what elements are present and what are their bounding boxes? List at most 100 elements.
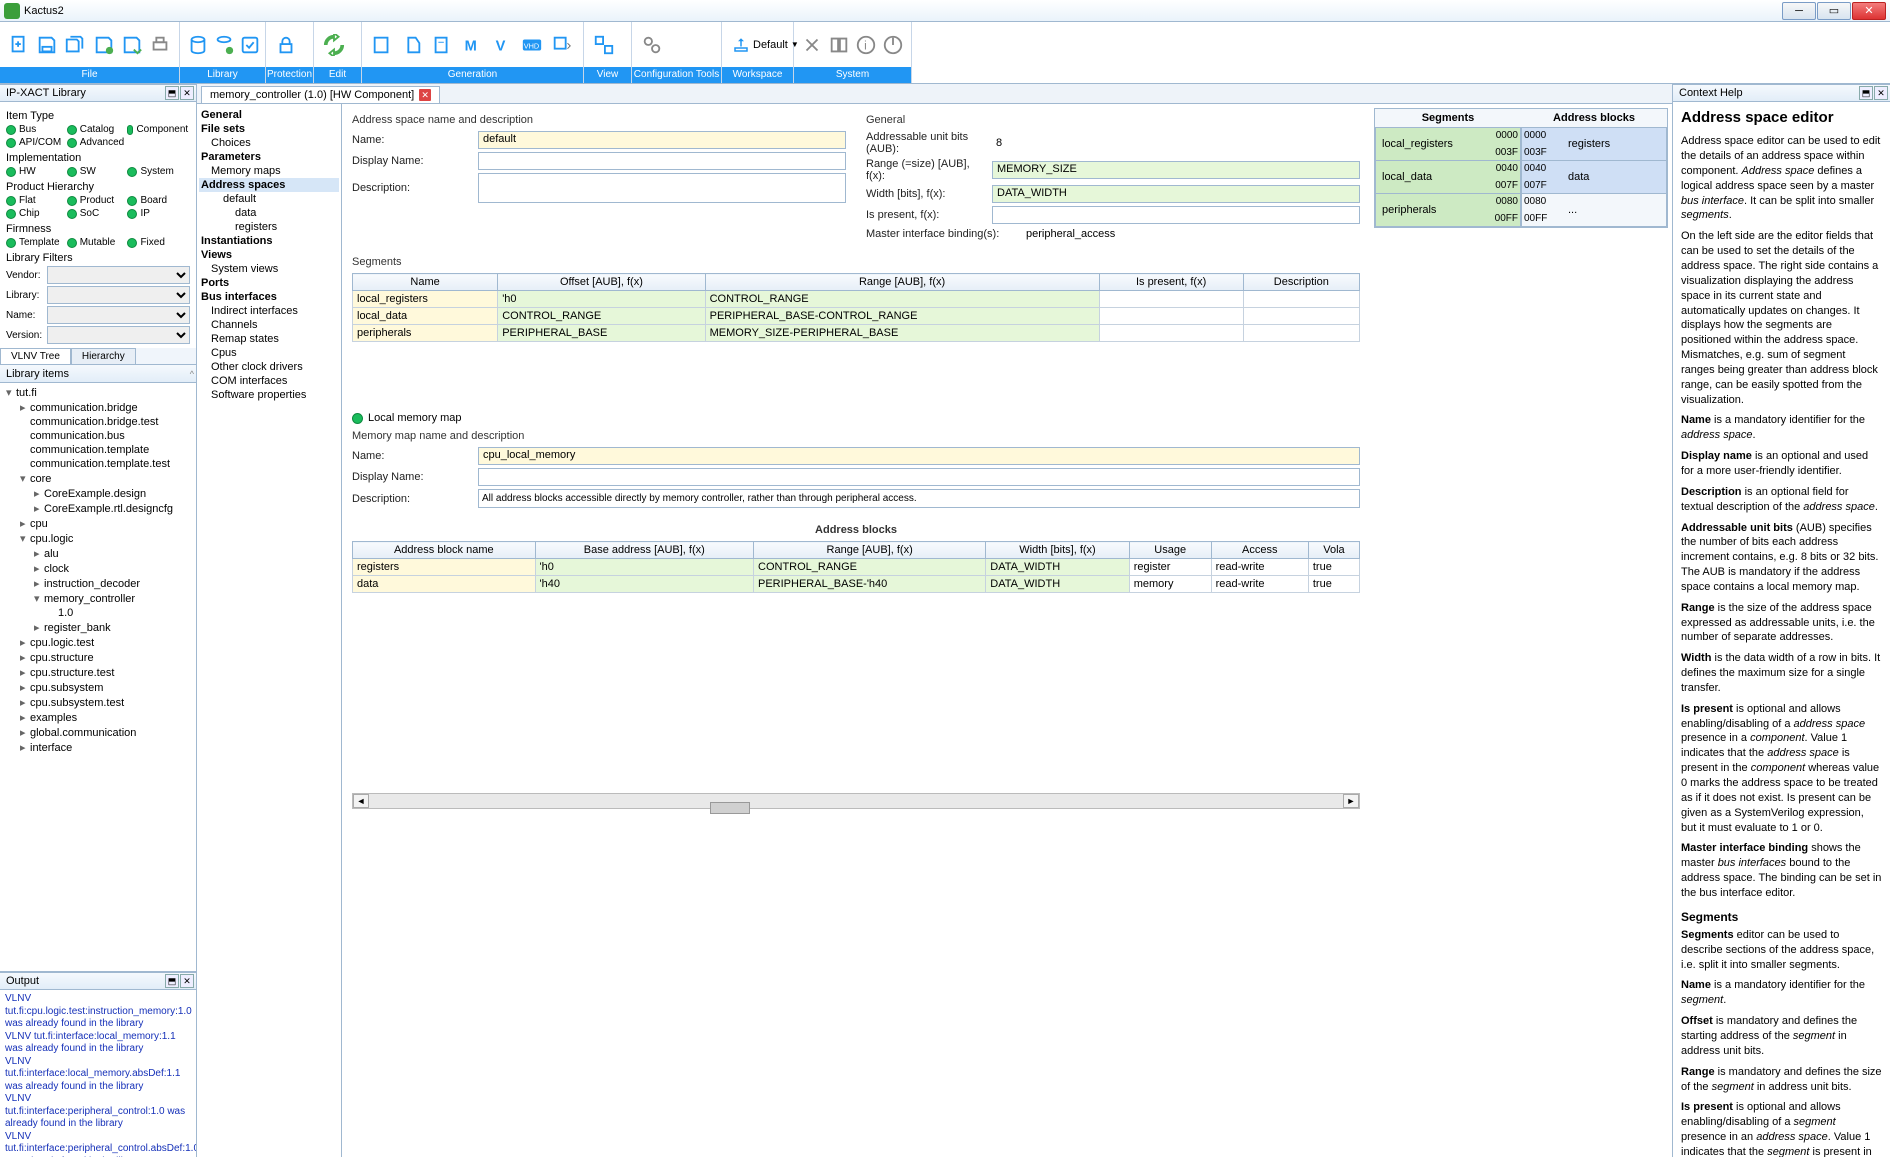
library-tree[interactable]: ▾tut.fi▸communication.bridgecommunicatio… bbox=[0, 383, 196, 971]
filter-chip[interactable]: Advanced bbox=[67, 137, 128, 148]
tree-node[interactable]: communication.template bbox=[2, 443, 194, 457]
close-button[interactable]: ✕ bbox=[1852, 2, 1886, 20]
output-close-icon[interactable]: ✕ bbox=[180, 974, 194, 988]
nav-item[interactable]: COM interfaces bbox=[199, 374, 339, 388]
db-refresh-icon[interactable] bbox=[212, 30, 236, 60]
tree-node[interactable]: communication.bridge.test bbox=[2, 415, 194, 429]
tree-node[interactable]: ▸CoreExample.design bbox=[2, 486, 194, 501]
filter-chip[interactable]: Template bbox=[6, 237, 67, 248]
tree-node[interactable]: ▾tut.fi bbox=[2, 385, 194, 400]
displayname-input[interactable] bbox=[478, 152, 846, 170]
nav-item[interactable]: Software properties bbox=[199, 388, 339, 402]
tree-node[interactable]: ▸register_bank bbox=[2, 620, 194, 635]
horizontal-scrollbar[interactable]: ◄► bbox=[352, 793, 1360, 809]
tree-node[interactable]: ▾core bbox=[2, 471, 194, 486]
filter-chip[interactable]: Catalog bbox=[67, 124, 128, 135]
tree-node[interactable]: ▸examples bbox=[2, 710, 194, 725]
desc-input[interactable] bbox=[478, 173, 846, 203]
nav-item[interactable]: File sets bbox=[199, 122, 339, 136]
save-icon[interactable] bbox=[34, 30, 60, 60]
name-input[interactable]: default bbox=[478, 131, 846, 149]
tree-node[interactable]: ▾cpu.logic bbox=[2, 531, 194, 546]
nav-item[interactable]: Cpus bbox=[199, 346, 339, 360]
info-icon[interactable]: i bbox=[854, 30, 879, 60]
version-select[interactable] bbox=[47, 326, 190, 344]
db-icon[interactable] bbox=[186, 30, 210, 60]
nav-item[interactable]: Channels bbox=[199, 318, 339, 332]
filter-chip[interactable]: SoC bbox=[67, 208, 128, 219]
tree-node[interactable]: ▸cpu.subsystem.test bbox=[2, 695, 194, 710]
filter-chip[interactable]: System bbox=[127, 166, 188, 177]
help-undock-icon[interactable]: ⬒ bbox=[1859, 86, 1873, 100]
nav-item[interactable]: registers bbox=[199, 220, 339, 234]
segments-table[interactable]: NameOffset [AUB], f(x)Range [AUB], f(x)I… bbox=[352, 273, 1360, 342]
refresh-icon[interactable] bbox=[320, 30, 348, 60]
manual-icon[interactable] bbox=[827, 30, 852, 60]
help-close-icon[interactable]: ✕ bbox=[1874, 86, 1888, 100]
range-input[interactable]: MEMORY_SIZE bbox=[992, 161, 1360, 179]
localmap-toggle-icon[interactable] bbox=[352, 413, 363, 424]
lm-desc-input[interactable]: All address blocks accessible directly b… bbox=[478, 489, 1360, 508]
view-icon[interactable] bbox=[590, 30, 618, 60]
editor-tab[interactable]: memory_controller (1.0) [HW Component] ✕ bbox=[201, 86, 440, 103]
present-input[interactable] bbox=[992, 206, 1360, 224]
filter-chip[interactable]: Product bbox=[67, 195, 128, 206]
nav-item[interactable]: Bus interfaces bbox=[199, 290, 339, 304]
tree-node[interactable]: 1.0 bbox=[2, 606, 194, 620]
tree-node[interactable]: ▸cpu.logic.test bbox=[2, 635, 194, 650]
tree-node[interactable]: ▸cpu.structure bbox=[2, 650, 194, 665]
nav-item[interactable]: System views bbox=[199, 262, 339, 276]
tree-node[interactable]: ▸interface bbox=[2, 740, 194, 755]
filter-chip[interactable]: HW bbox=[6, 166, 67, 177]
tab-vlnv[interactable]: VLNV Tree bbox=[0, 348, 71, 364]
output-undock-icon[interactable]: ⬒ bbox=[165, 974, 179, 988]
nav-item[interactable]: data bbox=[199, 206, 339, 220]
nav-item[interactable]: default bbox=[199, 192, 339, 206]
vendor-select[interactable] bbox=[47, 266, 190, 284]
filter-chip[interactable]: IP bbox=[127, 208, 188, 219]
tree-node[interactable]: ▸cpu.structure.test bbox=[2, 665, 194, 680]
width-input[interactable]: DATA_WIDTH bbox=[992, 185, 1360, 203]
lm-name-input[interactable]: cpu_local_memory bbox=[478, 447, 1360, 465]
gen3-icon[interactable] bbox=[428, 30, 456, 60]
gen-vhd-icon[interactable]: VHD bbox=[518, 30, 546, 60]
config-icon[interactable] bbox=[638, 30, 666, 60]
tree-node[interactable]: ▸cpu bbox=[2, 516, 194, 531]
editor-tab-close[interactable]: ✕ bbox=[419, 89, 431, 101]
workspace-default-button[interactable]: Default ▼ bbox=[728, 36, 803, 54]
new-icon[interactable] bbox=[6, 30, 32, 60]
nav-item[interactable]: Ports bbox=[199, 276, 339, 290]
filter-chip[interactable]: SW bbox=[67, 166, 128, 177]
filter-chip[interactable]: Bus bbox=[6, 124, 67, 135]
nav-item[interactable]: Choices bbox=[199, 136, 339, 150]
nav-item[interactable]: Memory maps bbox=[199, 164, 339, 178]
power-icon[interactable] bbox=[880, 30, 905, 60]
filter-chip[interactable]: Component bbox=[127, 124, 188, 135]
tree-node[interactable]: ▾memory_controller bbox=[2, 591, 194, 606]
tree-node[interactable]: ▸cpu.subsystem bbox=[2, 680, 194, 695]
filter-chip[interactable]: Board bbox=[127, 195, 188, 206]
lock-icon[interactable] bbox=[272, 30, 300, 60]
saveas-icon[interactable] bbox=[91, 30, 117, 60]
lm-disp-input[interactable] bbox=[478, 468, 1360, 486]
gen-m-icon[interactable]: M bbox=[458, 30, 486, 60]
gen-more-icon[interactable] bbox=[548, 30, 576, 60]
nav-item[interactable]: Indirect interfaces bbox=[199, 304, 339, 318]
tree-node[interactable]: ▸clock bbox=[2, 561, 194, 576]
tree-node[interactable]: ▸alu bbox=[2, 546, 194, 561]
gen-v-icon[interactable]: V bbox=[488, 30, 516, 60]
minimize-button[interactable]: ─ bbox=[1782, 2, 1816, 20]
tree-node[interactable]: ▸global.communication bbox=[2, 725, 194, 740]
component-nav-tree[interactable]: GeneralFile setsChoicesParametersMemory … bbox=[197, 104, 342, 1157]
library-select[interactable] bbox=[47, 286, 190, 304]
gen2-icon[interactable] bbox=[398, 30, 426, 60]
tree-node[interactable]: ▸CoreExample.rtl.designcfg bbox=[2, 501, 194, 516]
saveas2-icon[interactable] bbox=[119, 30, 145, 60]
undock-icon[interactable]: ⬒ bbox=[165, 86, 179, 100]
nav-item[interactable]: Remap states bbox=[199, 332, 339, 346]
filter-chip[interactable]: Mutable bbox=[67, 237, 128, 248]
filter-chip[interactable]: API/COM bbox=[6, 137, 67, 148]
saveall-icon[interactable] bbox=[62, 30, 88, 60]
filter-chip[interactable]: Fixed bbox=[127, 237, 188, 248]
tree-node[interactable]: ▸communication.bridge bbox=[2, 400, 194, 415]
